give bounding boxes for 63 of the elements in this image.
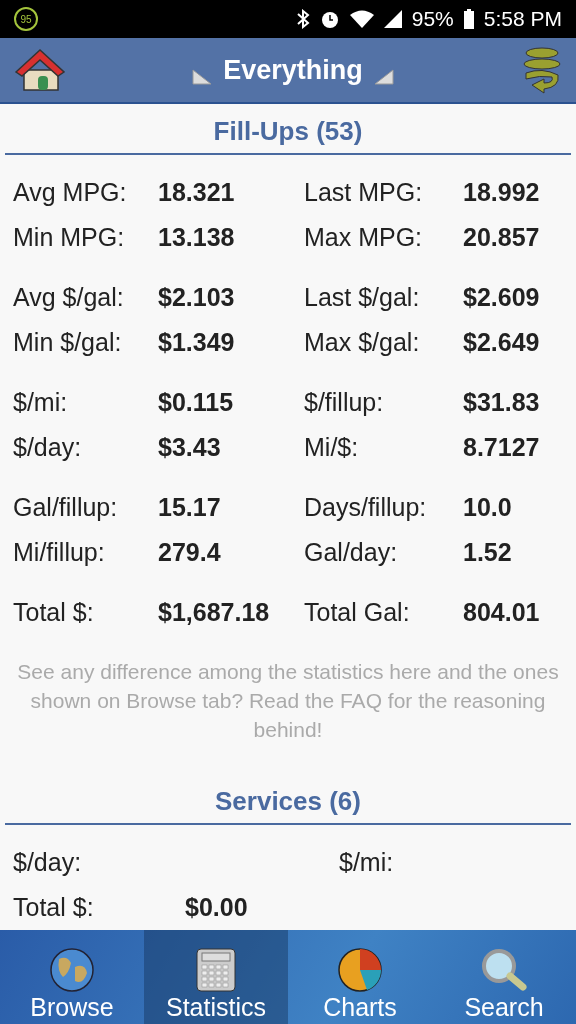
right-triangle-icon[interactable] — [372, 67, 395, 86]
stat-label: Last MPG: — [304, 178, 424, 207]
stat-value: 18.321 — [158, 178, 236, 207]
stat-label: Min $/gal: — [13, 328, 123, 357]
stat-label: Min MPG: — [13, 223, 126, 252]
left-triangle-icon[interactable] — [191, 67, 214, 86]
home-icon[interactable] — [14, 46, 66, 94]
stat-value: 18.992 — [463, 178, 541, 207]
stat-label: Avg MPG: — [13, 178, 128, 207]
filter-title[interactable]: Everything — [213, 54, 373, 86]
stat-value: $1.349 — [158, 328, 236, 357]
alarm-icon — [319, 9, 340, 29]
stat-value: 1.52 — [463, 538, 513, 567]
clock: 5:58 PM — [483, 7, 562, 31]
stat-label: $/day: — [13, 848, 83, 877]
stat-label: Total Gal: — [304, 598, 411, 627]
stat-value: $2.103 — [158, 283, 236, 312]
stat-value: $1,687.18 — [158, 598, 271, 627]
tab[interactable]: Search — [432, 930, 576, 1024]
stat-label: Avg $/gal: — [13, 283, 125, 312]
wifi-icon — [349, 10, 374, 28]
stat-label: Mi/$: — [304, 433, 360, 462]
section-title: Services (6) — [5, 774, 571, 825]
search-icon — [479, 947, 529, 993]
stat-label: Gal/fillup: — [13, 493, 119, 522]
calculator-icon — [194, 947, 238, 993]
stat-label: $/day: — [13, 433, 83, 462]
stat-label: Max $/gal: — [304, 328, 421, 357]
stat-label: $/mi: — [13, 388, 69, 417]
stat-value: 15.17 — [158, 493, 222, 522]
stat-value: 804.01 — [463, 598, 541, 627]
stat-label: $/mi: — [339, 848, 395, 877]
notification-badge: 95 — [14, 7, 38, 31]
stat-value: 8.7127 — [463, 433, 541, 462]
stat-value: $0.00 — [185, 893, 249, 922]
stat-label: Last $/gal: — [304, 283, 421, 312]
battery-percent: 95% — [411, 7, 454, 31]
stat-label: Total $: — [13, 598, 95, 627]
tab[interactable]: Browse — [0, 930, 144, 1024]
globe-icon — [49, 947, 95, 993]
stat-label: Days/fillup: — [304, 493, 428, 522]
stat-value: 10.0 — [463, 493, 513, 522]
stat-value: $2.609 — [463, 283, 541, 312]
stat-label: $/fillup: — [304, 388, 385, 417]
bluetooth-icon — [295, 9, 310, 29]
tab[interactable]: Charts — [288, 930, 432, 1024]
pie-chart-icon — [337, 947, 383, 993]
section-title: Fill-Ups (53) — [5, 104, 571, 155]
info-note: See any difference among the statistics here and the ones shown on Browse tab? Read the FAQ for the reasoning behind! — [16, 659, 560, 743]
stat-value: 279.4 — [158, 538, 222, 567]
signal-icon — [383, 10, 402, 28]
stat-label: Total $: — [13, 893, 95, 922]
stat-value: $0.115 — [158, 388, 235, 417]
stat-value: $2.649 — [463, 328, 541, 357]
stat-value: $31.83 — [463, 388, 541, 417]
stat-value: $3.43 — [158, 433, 222, 462]
stat-label: Gal/day: — [304, 538, 399, 567]
stat-value: 20.857 — [463, 223, 541, 252]
battery-icon — [463, 9, 474, 29]
stat-value: 13.138 — [158, 223, 236, 252]
tab[interactable]: Statistics — [144, 930, 288, 1024]
stat-label: Max MPG: — [304, 223, 424, 252]
stat-label: Mi/fillup: — [13, 538, 106, 567]
